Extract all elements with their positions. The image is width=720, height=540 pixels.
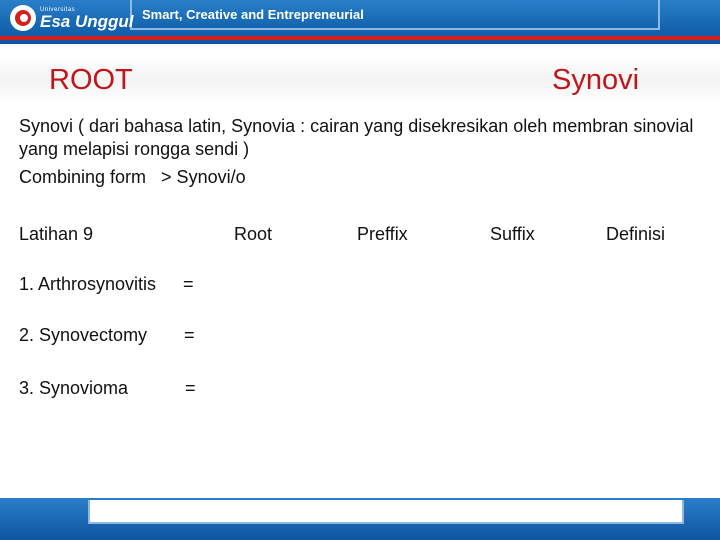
list-item-term: 3. Synovioma (19, 378, 129, 398)
column-header-definition: Definisi (606, 224, 666, 244)
footer-frame (88, 500, 684, 524)
logo-mark-icon (10, 5, 36, 31)
list-item-equals: = (185, 378, 196, 398)
logo-name: Esa Unggul (40, 11, 134, 31)
column-header-root: Root (234, 224, 273, 244)
exercise-label: Latihan 9 (19, 224, 94, 244)
slide-title-left: ROOT (49, 64, 133, 96)
list-item-term: 1. Arthrosynovitis (19, 274, 157, 294)
column-header-suffix: Suffix (490, 224, 535, 244)
column-header-prefix: Preffix (357, 224, 408, 244)
list-item-equals: = (184, 325, 195, 345)
list-item-equals: = (183, 274, 194, 294)
university-logo: Universitas Esa Unggul (10, 4, 134, 32)
list-item-term: 2. Synovectomy (19, 325, 148, 345)
header-stripe (0, 36, 720, 40)
logo-text: Universitas Esa Unggul (40, 7, 134, 30)
combining-form: Combining form > Synovi/o (19, 167, 246, 187)
tagline: Smart, Creative and Entrepreneurial (142, 7, 364, 22)
definition-paragraph: Synovi ( dari bahasa latin, Synovia : ca… (19, 116, 694, 159)
slide-title-right: Synovi (552, 64, 640, 96)
